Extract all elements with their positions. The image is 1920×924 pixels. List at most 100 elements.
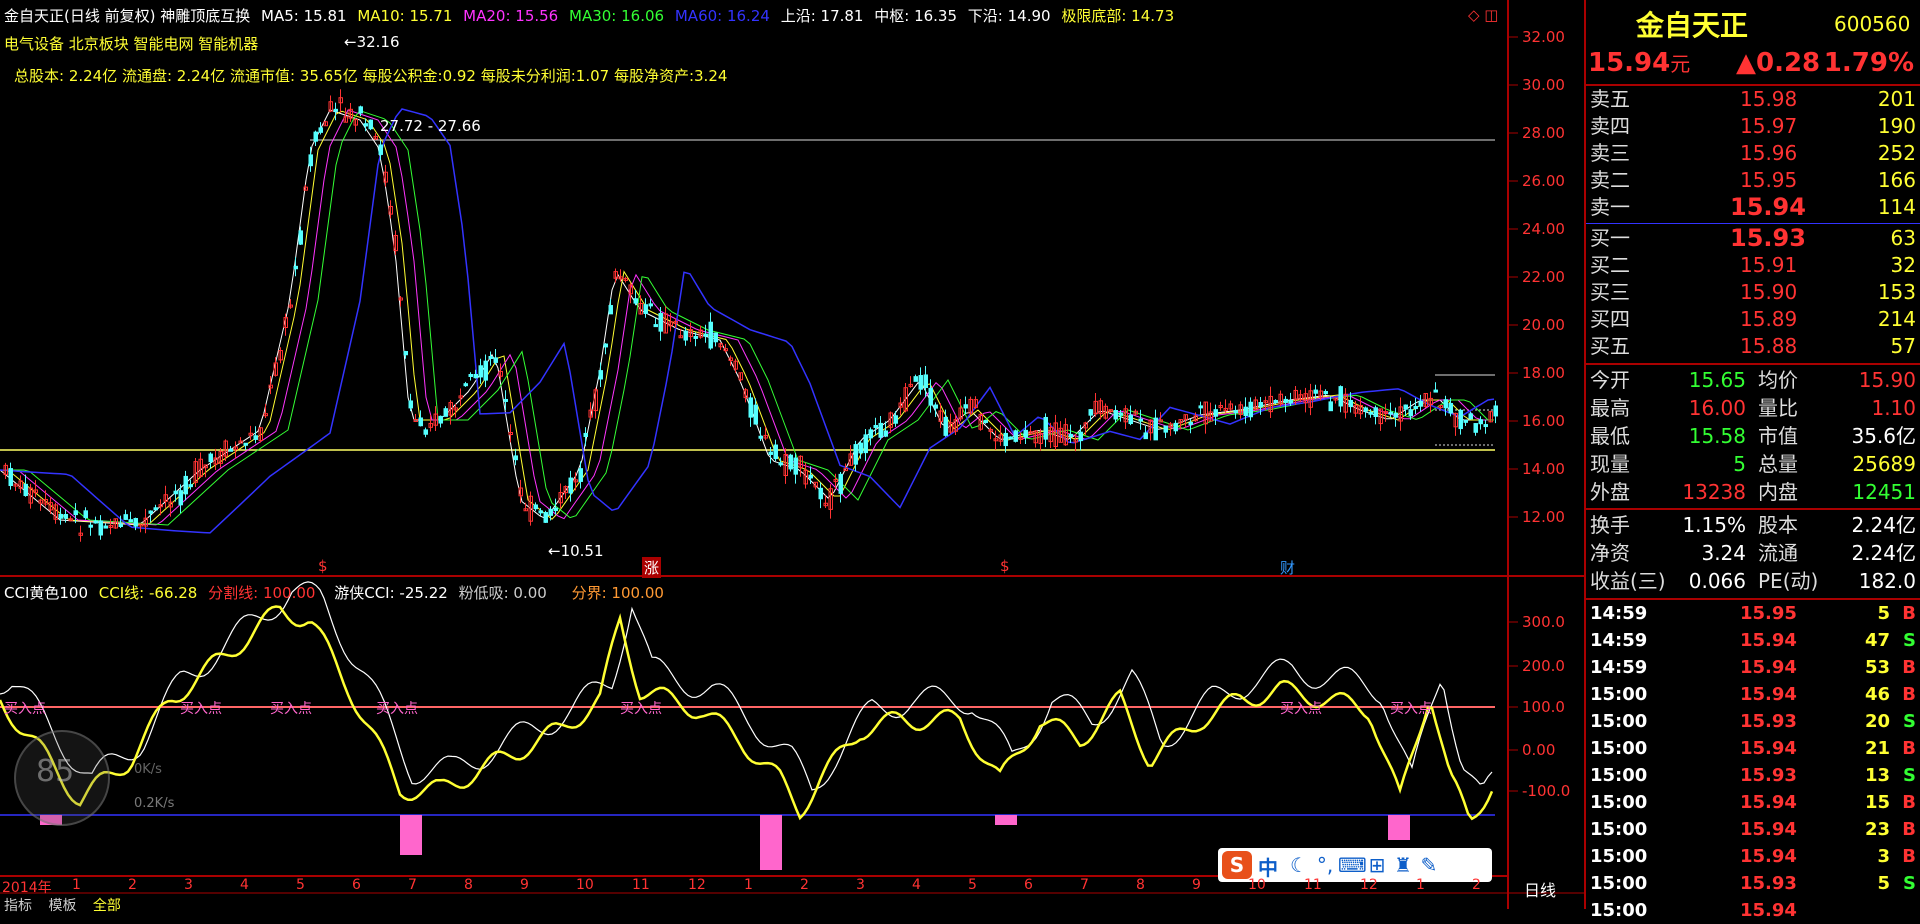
ask-row[interactable]: 卖一 15.94 114	[1590, 195, 1916, 220]
tick-price: 15.94	[1740, 684, 1797, 705]
candle-body	[1283, 398, 1288, 403]
candle-body	[488, 355, 493, 359]
candle-body	[438, 415, 443, 424]
tick-price: 15.94	[1740, 819, 1797, 840]
bid-price: 15.89	[1740, 307, 1798, 331]
bid-row[interactable]: 买五 15.88 57	[1590, 334, 1916, 359]
period-label[interactable]: 日线	[1524, 877, 1556, 901]
candle-body	[128, 519, 133, 523]
cci-header: CCI黄色100 CCI线: -66.28 分割线: 100.00 游侠CCI:…	[4, 582, 664, 603]
punctuation-icon[interactable]: °,	[1312, 852, 1338, 878]
wrench-icon[interactable]: ✎	[1416, 852, 1442, 878]
tab-template[interactable]: 模板	[48, 898, 76, 914]
candle-body	[1408, 409, 1413, 417]
speed-widget[interactable]: 85	[14, 730, 110, 826]
chart-area[interactable]: 32.00 30.00 28.00 26.00 24.00 22.00 20.00 18.00…	[0, 0, 1584, 914]
month-label: 8	[464, 877, 473, 893]
skin-icon[interactable]: ♜	[1390, 852, 1416, 878]
stat-value: 1.15%	[1682, 513, 1746, 537]
tick-price: 15.94	[1740, 630, 1797, 651]
tab-indicator[interactable]: 指标	[4, 898, 32, 914]
stat-value: 15.58	[1688, 424, 1746, 448]
candle-body	[838, 473, 843, 494]
marker-s-1[interactable]: $	[318, 557, 328, 575]
candle-body	[1413, 406, 1418, 410]
marker-zhang[interactable]: 涨	[642, 557, 662, 578]
month-label: 12	[688, 877, 706, 893]
candle-body	[1258, 402, 1263, 408]
candle-body	[183, 475, 188, 495]
tick-row: 14:59 15.95 5 B	[1590, 600, 1916, 627]
candle-body	[1173, 422, 1178, 432]
tick-price: 15.93	[1740, 765, 1797, 786]
month-label: 4	[912, 877, 921, 893]
window-controls[interactable]: ◇ ◫	[1468, 6, 1498, 24]
marker-s-2[interactable]: $	[1000, 557, 1010, 575]
ma60-label: MA60: 16.24	[674, 7, 770, 25]
cci-value: CCI线: -66.28	[98, 584, 198, 602]
moon-icon[interactable]: ☾	[1286, 852, 1312, 878]
candle-body	[413, 419, 418, 423]
ask-row[interactable]: 卖五 15.98 201	[1590, 87, 1916, 112]
stat-row: 外盘 13238 内盘 12451	[1590, 478, 1916, 507]
month-label: 6	[352, 877, 361, 893]
candle-body	[703, 333, 708, 337]
month-label: 9	[520, 877, 529, 893]
candle-body	[1363, 407, 1368, 412]
tick-volume: 47	[1864, 630, 1890, 651]
candle-body	[1003, 432, 1008, 447]
tab-all[interactable]: 全部	[93, 898, 121, 914]
candle-body	[208, 453, 213, 463]
tick-price: 15.95	[1740, 603, 1797, 624]
bid-label: 买一	[1590, 226, 1630, 250]
tick-volume: 21	[1864, 738, 1890, 759]
upper-label: 上沿: 17.81	[780, 7, 864, 25]
candle-body	[63, 514, 68, 519]
candle-body	[568, 477, 573, 494]
stat-row: 今开 15.65 均价 15.90	[1590, 366, 1916, 395]
candle-body	[533, 504, 538, 510]
cci-name: CCI黄色100	[4, 584, 89, 602]
tick-time: 15:00	[1590, 900, 1648, 921]
year-label: 2014年	[2, 880, 52, 896]
candle-body	[648, 303, 653, 307]
month-label: 1	[1416, 877, 1425, 893]
tick-volume: 20	[1864, 711, 1890, 732]
price-tick-label: 20.00	[1522, 316, 1565, 334]
candle-body	[713, 332, 718, 343]
price-pct: 1.79%	[1823, 48, 1914, 78]
candle-body	[243, 442, 248, 446]
candle-body	[1013, 430, 1018, 442]
cci-fenjie: 分界: 100.00	[571, 584, 664, 602]
candle-body	[1008, 436, 1013, 440]
kline-chart[interactable]: 32.0030.0028.0026.0024.0022.0020.0018.00…	[0, 0, 1584, 909]
candle-body	[1113, 409, 1118, 420]
ask-row[interactable]: 卖二 15.95 166	[1590, 168, 1916, 193]
sector-line: 电气设备 北京板块 智能电网 智能机器	[4, 35, 259, 53]
keyboard-icon[interactable]: ⌨	[1338, 852, 1367, 878]
stat-value: 15.90	[1858, 368, 1916, 392]
buy-point-label: 买入点	[620, 701, 662, 717]
bid-row[interactable]: 买一 15.93 63	[1590, 226, 1916, 251]
marker-cai[interactable]: 财	[1280, 557, 1295, 578]
ma-line	[0, 108, 1495, 534]
candle-body	[1338, 386, 1343, 407]
bid-label: 买五	[1590, 334, 1630, 358]
candle-body	[363, 123, 368, 127]
ask-row[interactable]: 卖四 15.97 190	[1590, 114, 1916, 139]
bottom-tabs: 指标 模板 全部	[0, 895, 121, 915]
candle-body	[1273, 399, 1278, 403]
candle-body	[418, 417, 423, 427]
stat-label: PE(动)	[1758, 569, 1819, 593]
ask-price: 15.96	[1740, 141, 1798, 165]
peak-annotation: ←32.16	[344, 33, 400, 51]
bid-row[interactable]: 买二 15.91 32	[1590, 253, 1916, 278]
ask-row[interactable]: 卖三 15.96 252	[1590, 141, 1916, 166]
voice-icon[interactable]: ⊞	[1364, 852, 1390, 878]
stat-label: 内盘	[1758, 480, 1798, 504]
candle-body	[73, 510, 78, 516]
tick-time: 15:00	[1590, 792, 1648, 813]
bid-row[interactable]: 买三 15.90 153	[1590, 280, 1916, 305]
bid-row[interactable]: 买四 15.89 214	[1590, 307, 1916, 332]
sogou-logo-icon[interactable]: S	[1222, 851, 1252, 879]
